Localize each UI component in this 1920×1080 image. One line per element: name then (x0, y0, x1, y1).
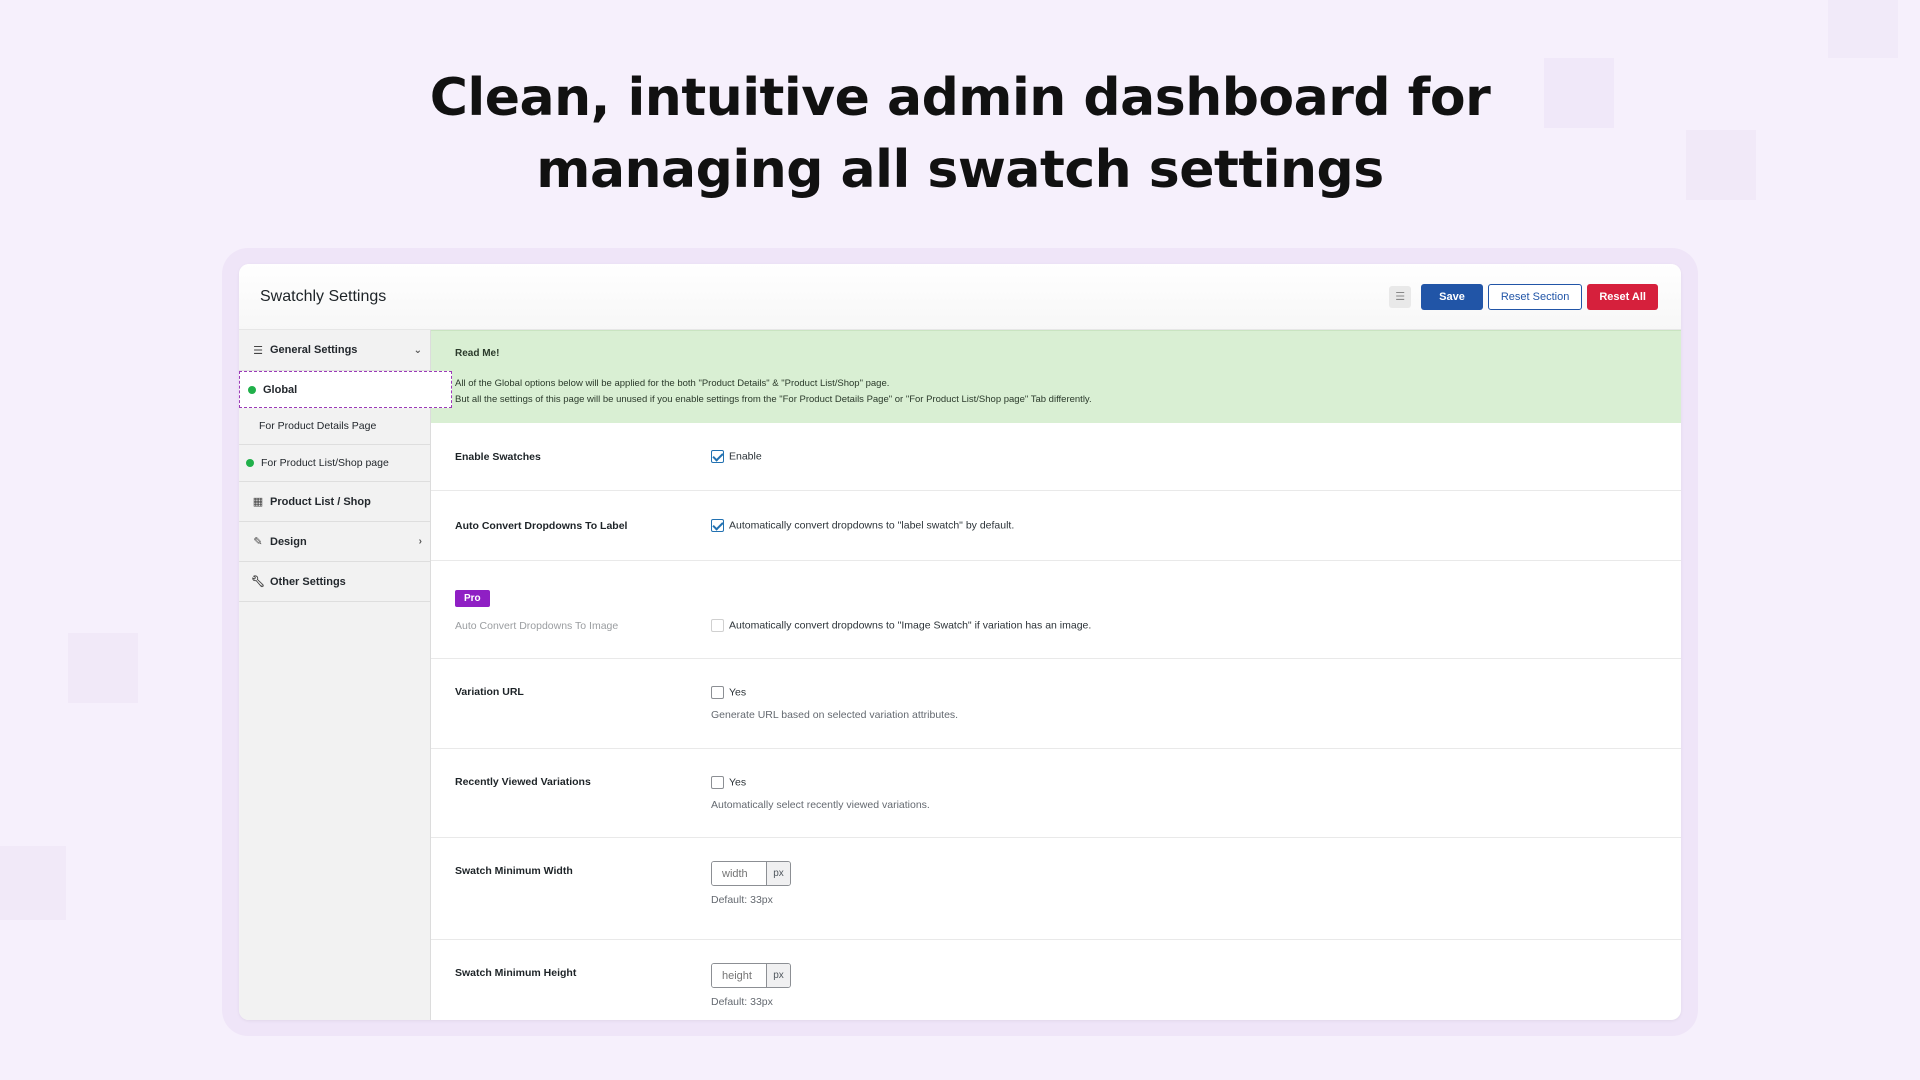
sidebar-item-product-list-shop[interactable]: ▦ Product List / Shop (239, 482, 430, 522)
setting-field: Yes Automatically select recently viewed… (711, 776, 930, 837)
sidebar-item-general-settings[interactable]: ☰ General Settings ⌄ (239, 330, 430, 371)
setting-label: Swatch Minimum Height (455, 967, 577, 979)
width-input-group: px (711, 861, 791, 886)
setting-label: Auto Convert Dropdowns To Image (455, 620, 619, 632)
setting-field: px Default: 33px (711, 861, 791, 939)
header-actions: ☰ Save Reset Section Reset All (1389, 283, 1658, 310)
variation-url-checkbox[interactable] (711, 686, 724, 699)
checkbox-label: Yes (729, 776, 747, 789)
app-title: Swatchly Settings (260, 287, 387, 305)
page-headline: Clean, intuitive admin dashboard for man… (0, 62, 1920, 206)
setting-field: Automatically convert dropdowns to "labe… (711, 519, 1014, 532)
chevron-right-icon: › (418, 536, 422, 547)
headline-line-1: Clean, intuitive admin dashboard for (429, 68, 1491, 128)
settings-body: ☰ General Settings ⌄ Global For Product … (239, 330, 1681, 1020)
sidebar-item-design[interactable]: ✎ Design › (239, 522, 430, 562)
sidebar-item-label: Product List / Shop (270, 495, 371, 508)
reset-all-button[interactable]: Reset All (1587, 283, 1658, 310)
height-input-group: px (711, 963, 791, 988)
sidebar-subitem-product-details[interactable]: For Product Details Page (239, 408, 430, 445)
setting-field: Enable (711, 450, 762, 463)
checkbox-label: Automatically convert dropdowns to "Imag… (729, 619, 1092, 632)
background-square (68, 633, 138, 703)
min-width-input[interactable] (712, 862, 766, 885)
setting-field: px Default: 33px (711, 963, 791, 1020)
setting-label: Enable Swatches (455, 450, 541, 463)
sidebar-subitem-label: For Product List/Shop page (261, 457, 389, 469)
setting-row-auto-label: Auto Convert Dropdowns To Label Automati… (431, 491, 1681, 561)
min-height-input[interactable] (712, 964, 766, 987)
setting-label: Auto Convert Dropdowns To Label (455, 519, 628, 532)
setting-row-recently-viewed: Recently Viewed Variations Yes Automatic… (431, 749, 1681, 838)
sidebar-item-label: Other Settings (270, 575, 346, 588)
setting-label: Swatch Minimum Width (455, 865, 573, 877)
setting-description: Automatically select recently viewed var… (711, 799, 930, 811)
setting-description: Default: 33px (711, 894, 773, 906)
setting-row-min-height: Swatch Minimum Height px Default: 33px (431, 940, 1681, 1020)
setting-row-min-width: Swatch Minimum Width px Default: 33px (431, 838, 1681, 940)
setting-label: Variation URL (455, 686, 524, 698)
setting-label: Recently Viewed Variations (455, 776, 591, 788)
menu-lines-icon: ☰ (253, 344, 263, 357)
reset-section-button[interactable]: Reset Section (1487, 283, 1583, 310)
notice-line-1: All of the Global options below will be … (455, 378, 890, 389)
pro-badge: Pro (455, 590, 490, 607)
enable-swatches-checkbox[interactable] (711, 450, 724, 463)
active-dot-icon (248, 385, 256, 394)
sidebar-subitem-global[interactable]: Global (239, 371, 452, 408)
settings-header: Swatchly Settings ☰ Save Reset Section R… (239, 264, 1681, 330)
grid-icon: ▦ (252, 496, 264, 508)
setting-row-auto-image: Pro Auto Convert Dropdowns To Image Auto… (431, 561, 1681, 659)
list-view-icon[interactable]: ☰ (1389, 285, 1412, 308)
settings-window: Swatchly Settings ☰ Save Reset Section R… (239, 264, 1681, 1020)
setting-field: Automatically convert dropdowns to "Imag… (711, 619, 1091, 632)
checkbox-label: Automatically convert dropdowns to "labe… (729, 519, 1015, 532)
brush-icon: ✎ (253, 536, 263, 548)
settings-sidebar: ☰ General Settings ⌄ Global For Product … (239, 330, 452, 1020)
chevron-down-icon: ⌄ (413, 344, 422, 356)
setting-description: Default: 33px (711, 996, 773, 1008)
settings-content: Read Me! All of the Global options below… (431, 330, 1681, 1020)
notice-title: Read Me! (455, 348, 500, 359)
sidebar-item-other-settings[interactable]: 🔧︎ Other Settings (239, 562, 430, 602)
setting-description: Generate URL based on selected variation… (711, 709, 959, 721)
headline-line-2: managing all swatch settings (536, 140, 1384, 200)
checkbox-label: Yes (729, 686, 747, 699)
sidebar-subitem-label: For Product Details Page (259, 420, 377, 432)
background-square (1828, 0, 1898, 58)
save-button[interactable]: Save (1421, 283, 1483, 310)
sidebar-subitem-product-list[interactable]: For Product List/Shop page (239, 445, 430, 482)
wrench-icon: 🔧︎ (251, 576, 265, 588)
read-me-notice: Read Me! All of the Global options below… (431, 330, 1681, 423)
unit-label: px (766, 964, 790, 987)
sidebar-item-label: General Settings (270, 344, 358, 356)
sidebar-subitem-label: Global (263, 383, 298, 396)
auto-image-checkbox[interactable] (711, 619, 724, 632)
recently-viewed-checkbox[interactable] (711, 776, 724, 789)
unit-label: px (766, 862, 790, 885)
setting-row-enable-swatches: Enable Swatches Enable (431, 423, 1681, 491)
setting-field: Yes Generate URL based on selected varia… (711, 686, 958, 748)
setting-label-wrap: Pro Auto Convert Dropdowns To Image (455, 590, 711, 632)
active-dot-icon (246, 459, 254, 467)
auto-label-checkbox[interactable] (711, 519, 724, 532)
background-square (0, 846, 66, 920)
sidebar-item-label: Design (270, 535, 307, 548)
checkbox-label: Enable (729, 450, 762, 463)
setting-row-variation-url: Variation URL Yes Generate URL based on … (431, 659, 1681, 749)
notice-line-2: But all the settings of this page will b… (455, 394, 1092, 405)
